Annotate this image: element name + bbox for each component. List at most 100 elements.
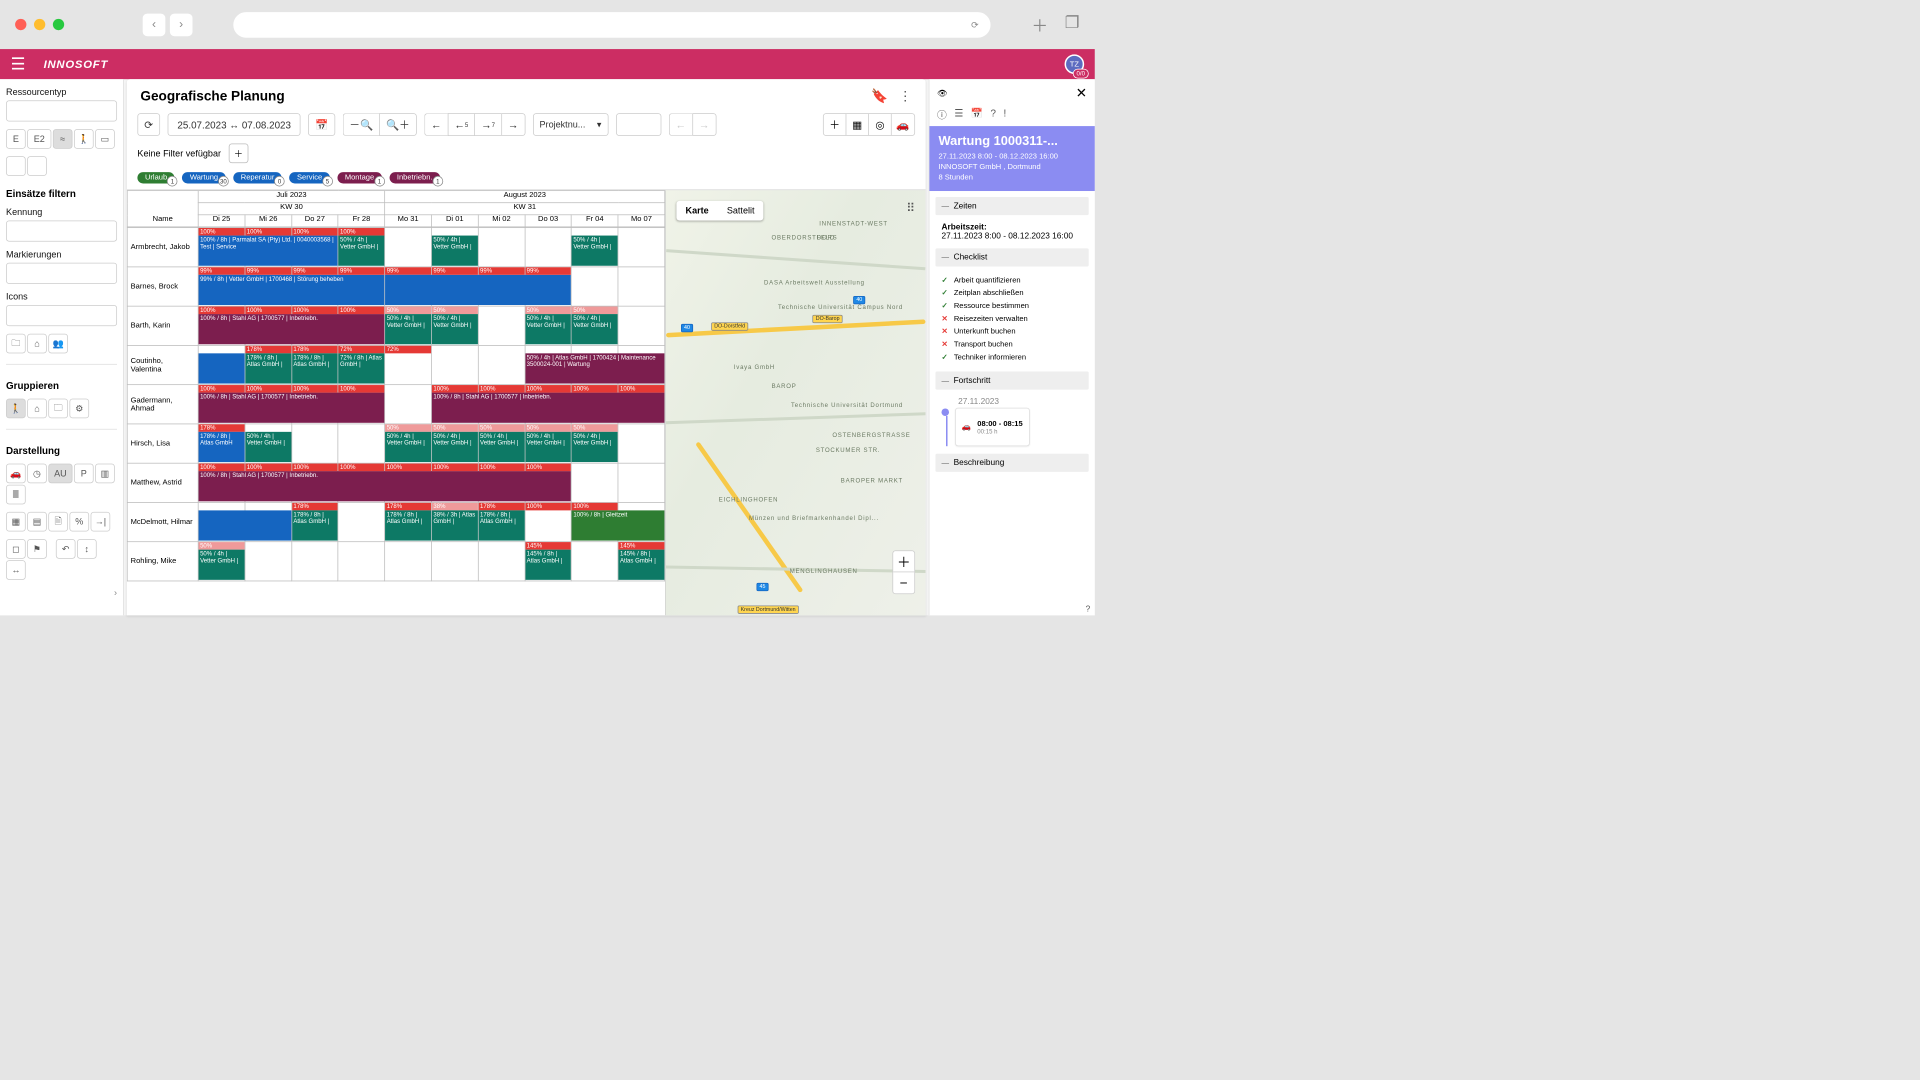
checklist-item[interactable]: ✓Techniker informieren	[941, 351, 1082, 364]
day-cell[interactable]: 100%	[618, 385, 665, 424]
view-columns-icon[interactable]: ▥	[95, 464, 115, 484]
day-cell[interactable]: 178%178% / 8h | Atlas GmbH |	[292, 345, 339, 384]
grid-icon[interactable]: ▦	[6, 512, 26, 532]
day-cell[interactable]	[338, 424, 385, 463]
day-cell[interactable]: 100%100% / 8h | Stahl AG | 1700577 | Inb…	[198, 385, 245, 424]
alert-icon[interactable]: !	[1003, 107, 1006, 121]
view-stack-icon[interactable]: ≣	[6, 485, 26, 505]
task-bar[interactable]: 178% / 8h | Atlas GmbH |	[385, 510, 431, 540]
legend-chip-wartung[interactable]: Wartung30	[182, 172, 225, 183]
empty-btn-2[interactable]	[27, 156, 47, 176]
day-cell[interactable]: 100%	[478, 463, 525, 502]
day-cell[interactable]: 100%	[338, 306, 385, 345]
map-apps-icon[interactable]: ⠿	[906, 201, 915, 216]
checklist-item[interactable]: ✓Arbeit quantifizieren	[941, 274, 1082, 287]
task-bar[interactable]: 50% / 4h | Vetter GmbH |	[572, 236, 618, 266]
task-bar[interactable]: 50% / 4h | Vetter GmbH |	[432, 432, 478, 462]
new-tab-icon[interactable]: ＋	[1032, 12, 1049, 36]
day-cell[interactable]	[618, 267, 665, 306]
filter-e-button[interactable]: E	[6, 129, 26, 149]
day-cell[interactable]: 178%178% / 8h | Atlas GmbH |	[478, 502, 525, 541]
task-bar[interactable]: 50% / 4h | Vetter GmbH |	[245, 432, 291, 462]
day-cell[interactable]: 178%178% / 8h | Atlas GmbH |	[385, 502, 432, 541]
day-cell[interactable]: 50% / 4h | Vetter GmbH |	[571, 228, 618, 267]
calendar-icon[interactable]: 📅	[308, 113, 335, 136]
day-cell[interactable]: 99%	[525, 267, 572, 306]
number-icon[interactable]: ☰	[954, 107, 963, 121]
url-bar[interactable]: ⟳	[233, 12, 990, 38]
map-zoom-control[interactable]: ＋ −	[892, 550, 915, 594]
day-cell[interactable]	[571, 267, 618, 306]
legend-chip-reperatur[interactable]: Reperatur0	[233, 172, 282, 183]
group-folder-icon[interactable]: 🗀	[48, 399, 68, 419]
day-cell[interactable]	[292, 542, 339, 581]
more-icon[interactable]: ⋮	[898, 88, 912, 104]
task-bar[interactable]: 178% / 8h | Atlas GmbH |	[479, 510, 525, 540]
resource-name[interactable]: Rohling, Mike	[127, 542, 198, 581]
day-cell[interactable]	[478, 228, 525, 267]
close-detail-icon[interactable]: ✕	[1076, 85, 1087, 101]
maximize-window-icon[interactable]	[53, 19, 64, 30]
filter-e2-button[interactable]: E2	[27, 129, 51, 149]
user-menu[interactable]: TZ 0/0	[1065, 54, 1085, 74]
day-cell[interactable]	[618, 345, 665, 384]
day-cell[interactable]: 100%	[525, 385, 572, 424]
eye-icon[interactable]: 👁	[937, 88, 948, 98]
day-cell[interactable]: 100%	[292, 385, 339, 424]
chart-icon[interactable]: ▤	[27, 512, 47, 532]
day-cell[interactable]	[571, 345, 618, 384]
bookmark-icon[interactable]: 🔖	[871, 88, 888, 104]
resource-name[interactable]: Barnes, Brock	[127, 267, 198, 306]
day-cell[interactable]	[198, 502, 245, 541]
day-cell[interactable]: 50% / 4h | Vetter GmbH |	[245, 424, 292, 463]
legend-chip-service[interactable]: Service5	[289, 172, 329, 183]
browser-back-button[interactable]: ‹	[143, 13, 166, 36]
day-cell[interactable]	[525, 228, 572, 267]
bubble-icon[interactable]: ◻	[6, 539, 26, 559]
day-cell[interactable]: 50%50% / 4h | Vetter GmbH |	[525, 424, 572, 463]
close-window-icon[interactable]	[15, 19, 26, 30]
help-icon[interactable]: ?	[929, 603, 1094, 615]
day-cell[interactable]: 50%50% / 4h | Vetter GmbH |	[478, 424, 525, 463]
task-bar[interactable]: 50% / 4h | Vetter GmbH |	[199, 550, 245, 580]
day-cell[interactable]: 50%50% / 4h | Vetter GmbH |	[431, 306, 478, 345]
checklist-item[interactable]: ✓Ressource bestimmen	[941, 300, 1082, 313]
day-cell[interactable]: 50%50% / 4h | Vetter GmbH |	[198, 542, 245, 581]
kennung-input[interactable]	[6, 220, 117, 241]
day-cell[interactable]: 99%	[338, 267, 385, 306]
next-7-button[interactable]: →7	[474, 113, 501, 136]
prev-5-button[interactable]: ←5	[447, 113, 474, 136]
task-bar[interactable]: 50% / 4h | Vetter GmbH |	[479, 432, 525, 462]
day-cell[interactable]: 50%50% / 4h | Vetter GmbH |	[431, 424, 478, 463]
task-bar[interactable]: 72% / 8h | Atlas GmbH |	[339, 353, 385, 383]
task-bar[interactable]: 178% / 8h | Atlas GmbH |	[245, 353, 291, 383]
task-bar[interactable]: 50% / 4h | Vetter GmbH |	[385, 314, 431, 344]
people-icon[interactable]: 👥	[48, 334, 68, 354]
day-cell[interactable]	[338, 502, 385, 541]
day-cell[interactable]: 100%	[525, 502, 572, 541]
zoom-in-icon[interactable]: ＋	[893, 551, 914, 572]
task-bar[interactable]: 178% / 8h | Atlas GmbH |	[292, 353, 338, 383]
day-cell[interactable]: 100%	[571, 385, 618, 424]
leftright-icon[interactable]: ↔	[6, 560, 26, 580]
day-cell[interactable]	[618, 228, 665, 267]
task-bar[interactable]: 38% / 3h | Atlas GmbH |	[432, 510, 478, 540]
refresh-button[interactable]: ⟳	[137, 113, 160, 136]
map-add-icon[interactable]: ＋	[824, 114, 847, 135]
view-au-button[interactable]: AU	[48, 464, 72, 484]
day-cell[interactable]: 100%	[245, 228, 292, 267]
day-cell[interactable]	[478, 542, 525, 581]
day-cell[interactable]: 100%	[245, 385, 292, 424]
day-cell[interactable]: 72%	[385, 345, 432, 384]
day-cell[interactable]	[385, 228, 432, 267]
day-cell[interactable]	[571, 542, 618, 581]
project-select[interactable]: Projektnu...▾	[533, 113, 609, 136]
checklist-item[interactable]: ✓Zeitplan abschließen	[941, 287, 1082, 300]
task-bar[interactable]: 145% / 8h | Atlas GmbH |	[618, 550, 664, 580]
map-panel[interactable]: Karte Sattelit ⠿ INNENSTADT-WEST OBERDOR…	[665, 190, 925, 615]
group-gears-icon[interactable]: ⚙	[69, 399, 89, 419]
task-bar[interactable]: 50% / 4h | Vetter GmbH |	[572, 314, 618, 344]
proj-prev-button[interactable]: ←	[669, 113, 692, 136]
zoom-out-button[interactable]: －🔍	[343, 113, 380, 136]
day-cell[interactable]: 100%100% / 8h | Parmalat SA (Pty) Ltd. |…	[198, 228, 245, 267]
